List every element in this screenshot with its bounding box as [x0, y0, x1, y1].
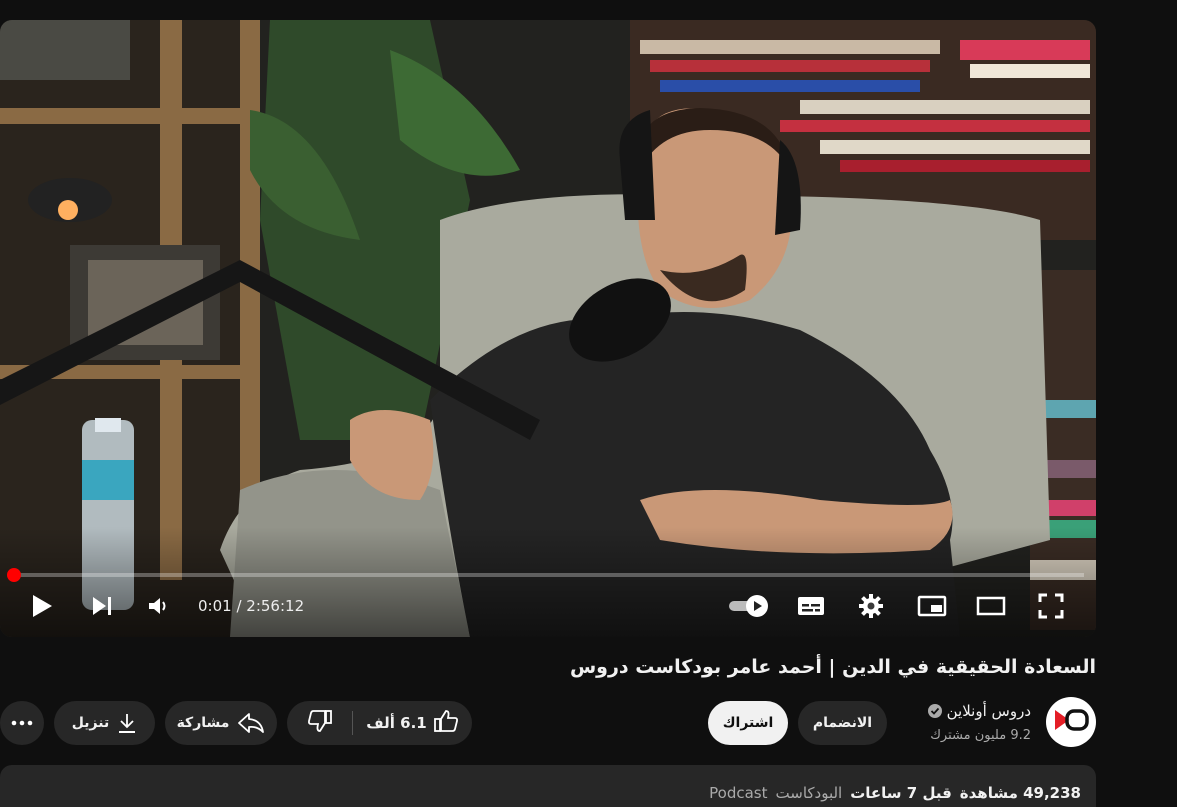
more-actions-button[interactable] [0, 701, 44, 745]
channel-name-row[interactable]: دروس أونلاين [927, 702, 1031, 720]
theater-button[interactable] [975, 592, 1007, 620]
view-count: 49,238 مشاهدة [959, 784, 1081, 802]
subscriber-count: 9.2 مليون مشترك [930, 728, 1031, 743]
video-player[interactable]: 0:01 / 2:56:12 [0, 20, 1096, 637]
progress-scrubber[interactable] [7, 568, 21, 582]
time-separator: / [231, 597, 247, 615]
controls-gradient [0, 527, 1096, 637]
join-button[interactable]: الانضمام [798, 701, 887, 745]
next-button[interactable] [88, 592, 116, 620]
subscribe-label: اشتراك [722, 715, 774, 731]
miniplayer-button[interactable] [916, 592, 948, 620]
progress-bar[interactable] [12, 573, 1084, 577]
video-title: السعادة الحقيقية في الدين | أحمد عامر بو… [569, 656, 1096, 678]
duration: 2:56:12 [246, 597, 305, 615]
settings-icon [858, 593, 884, 619]
channel-avatar[interactable] [1046, 697, 1096, 747]
autoplay-toggle-icon [727, 594, 769, 618]
dislike-icon [307, 709, 333, 737]
theater-icon [976, 596, 1006, 616]
like-button[interactable]: 6.1 ألف [353, 701, 472, 745]
subtitles-button[interactable] [796, 592, 826, 620]
category-tag[interactable]: البودكاست [776, 784, 843, 802]
join-label: الانضمام [812, 715, 873, 731]
description-box[interactable]: 49,238 مشاهدة قبل 7 ساعات البودكاست Podc… [0, 765, 1096, 807]
settings-button[interactable] [856, 592, 886, 620]
subscribe-button[interactable]: اشتراك [708, 701, 788, 745]
volume-button[interactable] [144, 592, 172, 620]
subtitles-icon [797, 595, 825, 617]
like-divider [352, 711, 353, 735]
category-tag-en[interactable]: Podcast [709, 784, 767, 802]
volume-icon [147, 596, 169, 616]
description-meta: 49,238 مشاهدة قبل 7 ساعات البودكاست Podc… [709, 784, 1081, 802]
share-label: مشاركة [176, 715, 230, 731]
miniplayer-icon [917, 595, 947, 617]
dislike-button[interactable] [287, 701, 352, 745]
channel-name[interactable]: دروس أونلاين [947, 702, 1031, 720]
like-icon [433, 709, 459, 737]
download-button[interactable]: تنزيل [54, 701, 155, 745]
autoplay-toggle[interactable] [726, 592, 770, 620]
like-count: 6.1 ألف [366, 714, 427, 732]
download-icon [117, 712, 137, 734]
next-icon [91, 595, 113, 617]
download-label: تنزيل [71, 715, 110, 731]
play-button[interactable] [28, 592, 56, 620]
play-icon [31, 594, 53, 618]
fullscreen-icon [1038, 593, 1064, 619]
time-display: 0:01 / 2:56:12 [198, 597, 304, 615]
upload-age: قبل 7 ساعات [850, 784, 952, 802]
current-time: 0:01 [198, 597, 232, 615]
like-dislike-group: 6.1 ألف [287, 701, 472, 745]
more-icon [11, 720, 33, 726]
share-icon [237, 712, 265, 734]
channel-logo-icon [1053, 708, 1089, 736]
verified-icon [927, 704, 942, 718]
fullscreen-button[interactable] [1036, 592, 1066, 620]
share-button[interactable]: مشاركة [165, 701, 277, 745]
